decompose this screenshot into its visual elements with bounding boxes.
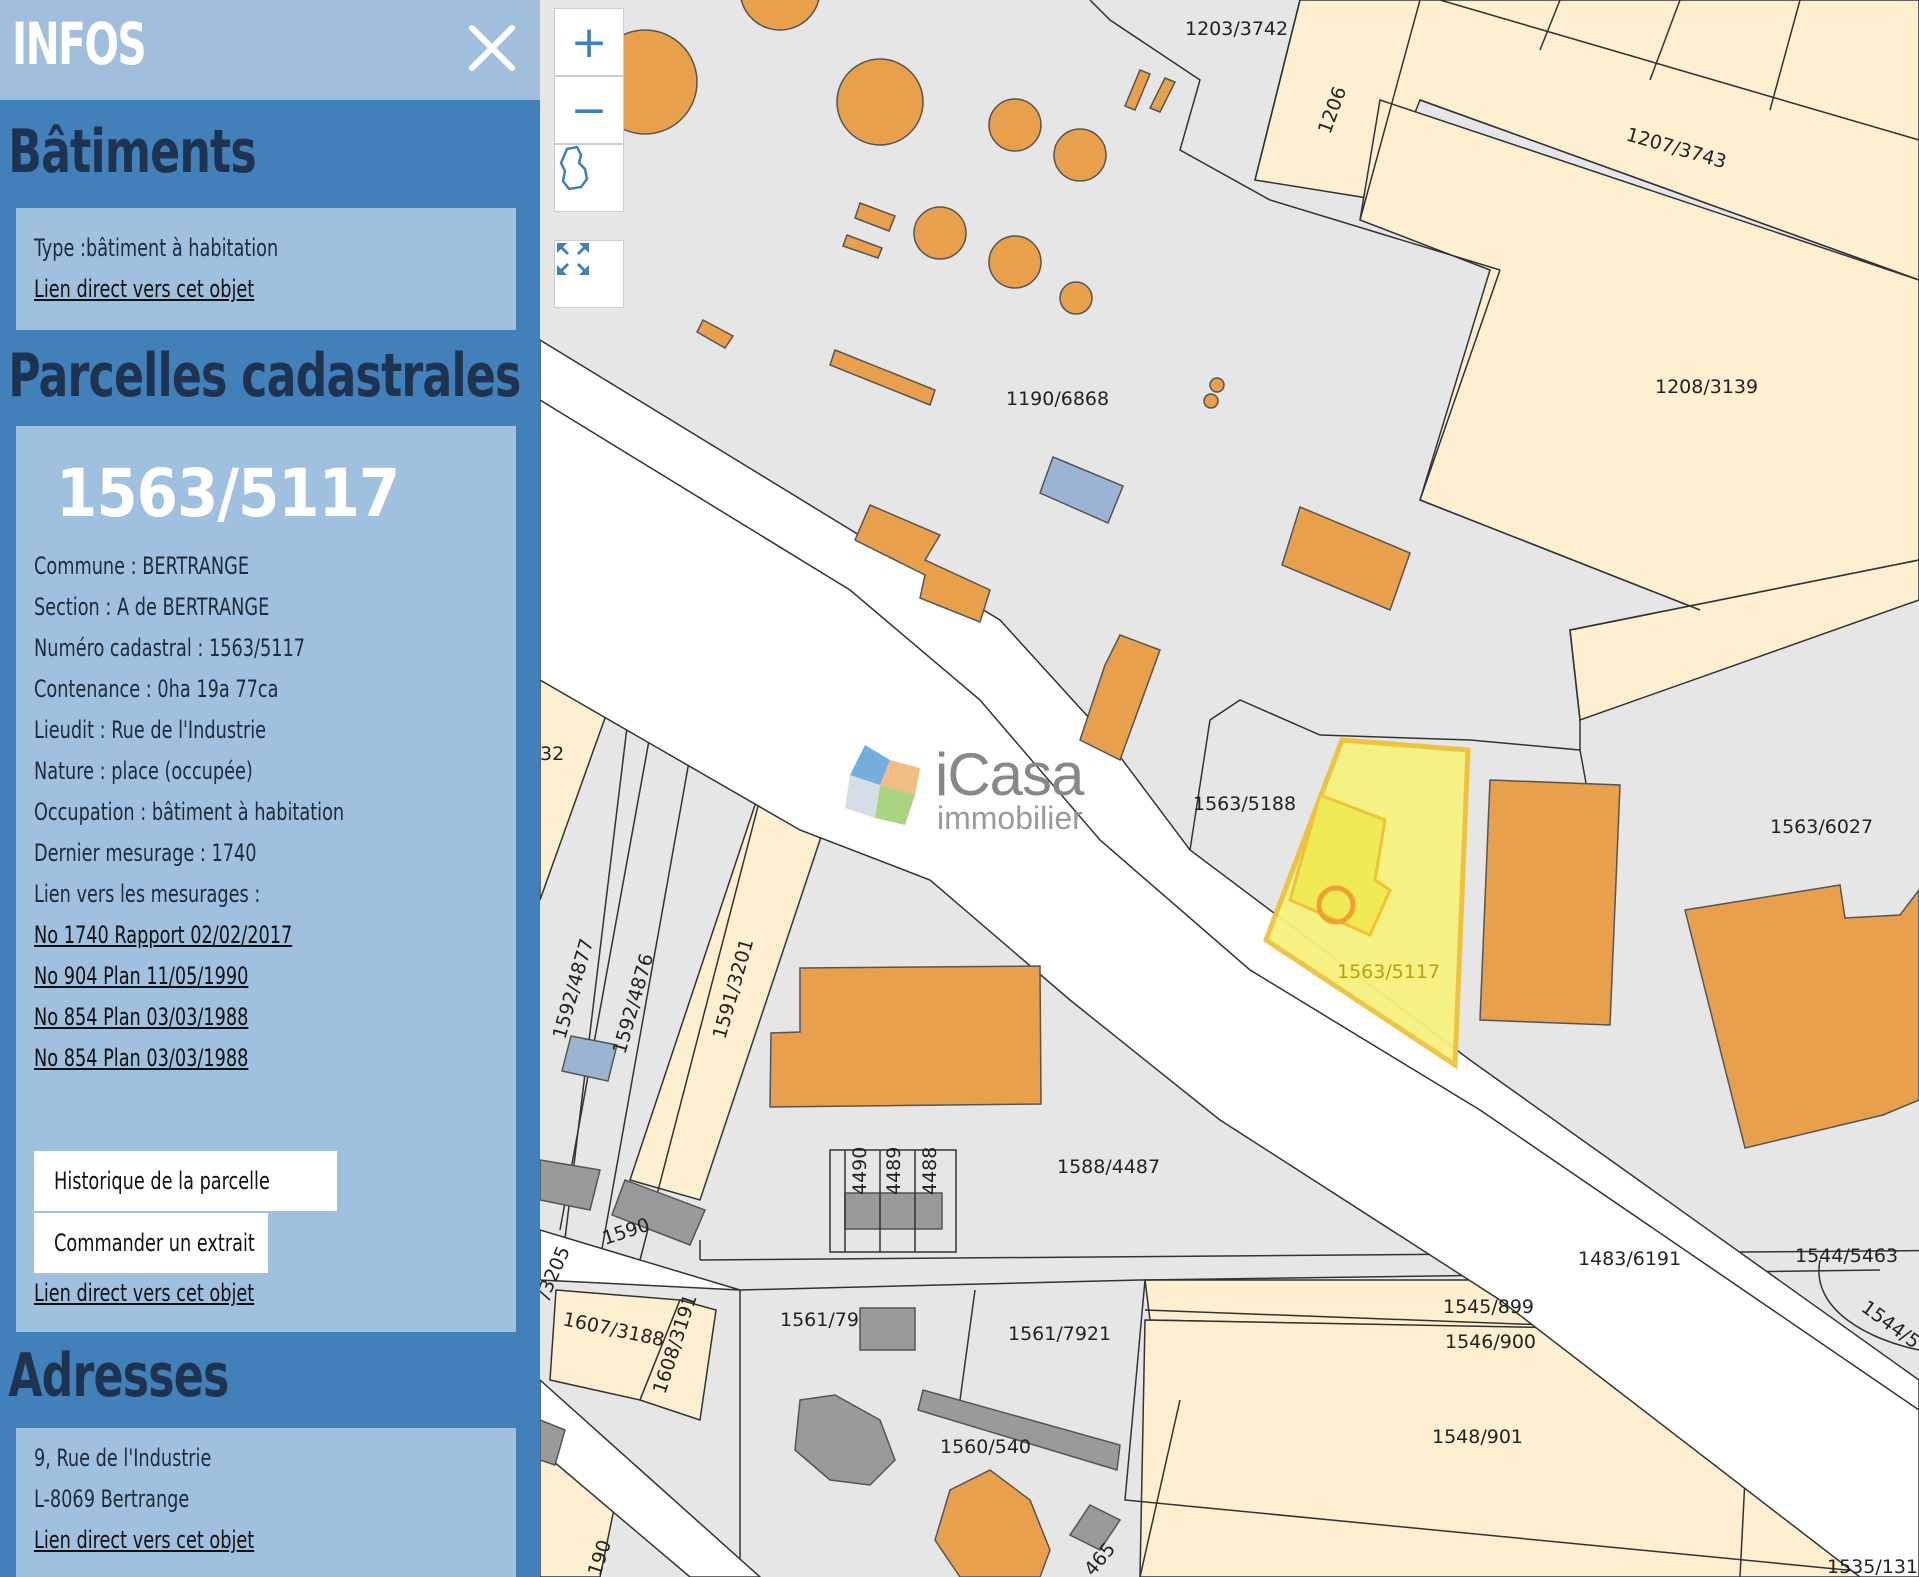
parcels-card: 1563/5117 Commune : BERTRANGE Section : … bbox=[16, 426, 516, 1332]
parcel-occupation: Occupation : bâtiment à habitation bbox=[34, 798, 345, 826]
building-type: Type :bâtiment à habitation bbox=[34, 234, 279, 262]
map-label: 1592/4876 bbox=[609, 951, 659, 1056]
map-label: 1563/6027 bbox=[1770, 816, 1873, 838]
order-extract-button[interactable]: Commander un extrait bbox=[34, 1213, 268, 1273]
panel-header: INFOS bbox=[0, 0, 540, 100]
parcels-heading: Parcelles cadastrales bbox=[8, 341, 521, 411]
address-direct-link[interactable]: Lien direct vers cet objet bbox=[34, 1526, 254, 1554]
parcel-nature: Nature : place (occupée) bbox=[34, 757, 253, 785]
watermark-brand: iCasa bbox=[935, 741, 1084, 808]
address-street: 9, Rue de l'Industrie bbox=[34, 1444, 212, 1472]
buildings-heading: Bâtiments bbox=[8, 117, 257, 187]
close-icon[interactable] bbox=[462, 18, 522, 78]
map-label: 1203/3742 bbox=[1185, 18, 1288, 40]
parcel-number: 1563/5117 bbox=[56, 455, 400, 532]
buildings-card: Type :bâtiment à habitation Lien direct … bbox=[16, 208, 516, 330]
map-canvas[interactable]: 1203/3742 1206 1207/3743 1190/6868 1208/… bbox=[540, 0, 1919, 1577]
map-label: 1548/901 bbox=[1432, 1426, 1523, 1448]
map-label: 1561/7921 bbox=[1008, 1323, 1111, 1345]
map-label: 4489 bbox=[883, 1147, 905, 1195]
info-panel: INFOS Bâtiments Type :bâtiment à habitat… bbox=[0, 0, 540, 1577]
map-label: 4488 bbox=[919, 1147, 941, 1195]
map-label: 1483/6191 bbox=[1578, 1248, 1681, 1270]
map-label: 1544/5463 bbox=[1795, 1245, 1898, 1267]
parcel-section: Section : A de BERTRANGE bbox=[34, 593, 270, 621]
addresses-card: 9, Rue de l'Industrie L-8069 Bertrange L… bbox=[16, 1428, 516, 1577]
map-label: 1563/5188 bbox=[1193, 793, 1296, 815]
mesurages-label: Lien vers les mesurages : bbox=[34, 880, 261, 908]
mesurage-link[interactable]: No 904 Plan 11/05/1990 bbox=[34, 962, 248, 990]
building-direct-link[interactable]: Lien direct vers cet objet bbox=[34, 275, 254, 303]
map-label: 465 bbox=[1080, 1538, 1120, 1577]
map-label: 1208/3139 bbox=[1655, 376, 1758, 398]
mesurage-link[interactable]: No 854 Plan 03/03/1988 bbox=[34, 1044, 248, 1072]
cadastral-map[interactable]: 1203/3742 1206 1207/3743 1190/6868 1208/… bbox=[540, 0, 1919, 1577]
panel-title: INFOS bbox=[12, 10, 147, 78]
parcel-lieudit: Lieudit : Rue de l'Industrie bbox=[34, 716, 267, 744]
watermark-sub: immobilier bbox=[937, 800, 1083, 836]
zoom-out-button[interactable]: − bbox=[554, 76, 624, 144]
map-label: 1563/5117 bbox=[1337, 961, 1440, 983]
parcel-direct-link[interactable]: Lien direct vers cet objet bbox=[34, 1279, 254, 1307]
map-label: 1190/6868 bbox=[1006, 388, 1109, 410]
map-label: 1561/79 bbox=[780, 1309, 859, 1331]
mesurage-link[interactable]: No 1740 Rapport 02/02/2017 bbox=[34, 921, 292, 949]
puzzle-logo-icon bbox=[845, 745, 920, 825]
parcel-history-button[interactable]: Historique de la parcelle bbox=[34, 1151, 338, 1211]
map-label: 1545/899 bbox=[1443, 1296, 1534, 1318]
map-label: 1588/4487 bbox=[1057, 1156, 1160, 1178]
address-city: L-8069 Bertrange bbox=[34, 1485, 190, 1513]
map-label: 1546/900 bbox=[1445, 1331, 1536, 1353]
country-extent-icon[interactable] bbox=[554, 144, 624, 212]
parcel-dernier-mesurage: Dernier mesurage : 1740 bbox=[34, 839, 257, 867]
map-label: 32 bbox=[540, 743, 564, 765]
parcel-numero: Numéro cadastral : 1563/5117 bbox=[34, 634, 306, 662]
fullscreen-icon[interactable] bbox=[554, 240, 624, 308]
mesurage-link[interactable]: No 854 Plan 03/03/1988 bbox=[34, 1003, 248, 1031]
map-label: 1560/540 bbox=[940, 1436, 1031, 1458]
parcel-commune: Commune : BERTRANGE bbox=[34, 552, 250, 580]
map-label: 4490 bbox=[849, 1147, 871, 1195]
zoom-in-button[interactable]: + bbox=[554, 8, 624, 76]
map-label: 1535/131 bbox=[1827, 1556, 1918, 1577]
parcel-contenance: Contenance : 0ha 19a 77ca bbox=[34, 675, 279, 703]
addresses-heading: Adresses bbox=[8, 1341, 229, 1411]
